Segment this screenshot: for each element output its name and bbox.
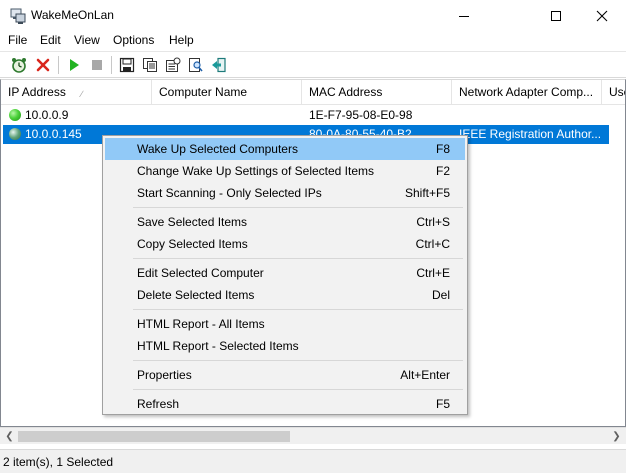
context-menu: Wake Up Selected Computers F8 Change Wak… — [102, 135, 468, 415]
toolbar-separator — [58, 56, 59, 74]
delete-button[interactable] — [33, 55, 53, 75]
menu-separator — [133, 389, 463, 390]
menu-item-label: HTML Report - Selected Items — [137, 339, 299, 353]
menu-item-label: Delete Selected Items — [137, 288, 255, 302]
toolbar — [0, 51, 626, 78]
close-icon — [596, 10, 608, 21]
red-x-icon — [36, 58, 50, 72]
menu-edit-selected[interactable]: Edit Selected Computer Ctrl+E — [105, 262, 465, 284]
menu-view[interactable]: View — [74, 33, 100, 47]
column-header-network-adapter[interactable]: Network Adapter Comp... — [452, 80, 602, 105]
menu-html-report-all[interactable]: HTML Report - All Items — [105, 313, 465, 335]
menu-item-shortcut: F8 — [435, 142, 450, 156]
copy-button[interactable] — [140, 55, 160, 75]
menu-refresh[interactable]: Refresh F5 — [105, 393, 465, 415]
column-label: IP Address — [8, 85, 66, 99]
menu-start-scanning-selected[interactable]: Start Scanning - Only Selected IPs Shift… — [105, 182, 465, 204]
menu-item-label: Copy Selected Items — [137, 237, 248, 251]
cell-mac-address: 1E-F7-95-08-E0-98 — [309, 108, 413, 122]
menu-item-shortcut: Shift+F5 — [404, 186, 450, 200]
exit-icon — [212, 57, 226, 73]
menu-file[interactable]: File — [8, 33, 27, 47]
scan-button[interactable] — [9, 55, 29, 75]
cell-ip-address: 10.0.0.145 — [25, 127, 82, 141]
column-header-computer-name[interactable]: Computer Name — [152, 80, 302, 105]
column-label: MAC Address — [309, 85, 383, 99]
scroll-left-icon[interactable]: ❮ — [1, 429, 18, 444]
menu-delete-selected[interactable]: Delete Selected Items Del — [105, 284, 465, 306]
app-icon — [10, 8, 26, 24]
toolbar-separator — [111, 56, 112, 74]
menu-separator — [133, 258, 463, 259]
play-icon — [70, 59, 79, 71]
stop-icon — [92, 60, 102, 70]
save-button[interactable] — [117, 55, 137, 75]
menu-bar: File Edit View Options Help — [0, 31, 626, 51]
menu-separator — [133, 360, 463, 361]
menu-options[interactable]: Options — [113, 33, 154, 47]
status-online-icon — [9, 128, 21, 140]
cell-network-adapter: IEEE Registration Author... — [459, 127, 602, 141]
menu-help[interactable]: Help — [169, 33, 194, 47]
menu-item-label: Edit Selected Computer — [137, 266, 264, 280]
properties-icon — [166, 57, 181, 72]
menu-item-label: Change Wake Up Settings of Selected Item… — [137, 164, 375, 178]
menu-item-shortcut: F2 — [435, 164, 450, 178]
column-label: Network Adapter Comp... — [459, 85, 594, 99]
copy-icon — [143, 58, 157, 72]
column-header-ip-address[interactable]: IP Address ∕ — [1, 80, 152, 105]
properties-button[interactable] — [163, 55, 183, 75]
scroll-right-icon[interactable]: ❯ — [608, 429, 625, 444]
menu-item-shortcut: Ctrl+E — [416, 266, 450, 280]
menu-item-shortcut: Del — [431, 288, 450, 302]
menu-item-label: HTML Report - All Items — [137, 317, 265, 331]
menu-separator — [133, 207, 463, 208]
menu-item-shortcut: Ctrl+S — [416, 215, 450, 229]
menu-item-label: Save Selected Items — [137, 215, 248, 229]
cell-ip-address: 10.0.0.9 — [25, 108, 69, 122]
menu-properties[interactable]: Properties Alt+Enter — [105, 364, 465, 386]
menu-separator — [133, 309, 463, 310]
menu-copy-selected[interactable]: Copy Selected Items Ctrl+C — [105, 233, 465, 255]
status-online-icon — [9, 109, 21, 121]
menu-item-label: Wake Up Selected Computers — [137, 142, 298, 156]
menu-save-selected[interactable]: Save Selected Items Ctrl+S — [105, 211, 465, 233]
menu-item-label: Start Scanning - Only Selected IPs — [137, 186, 322, 200]
column-label: Computer Name — [159, 85, 248, 99]
column-header-user[interactable]: Use — [602, 80, 625, 105]
column-header-mac-address[interactable]: MAC Address — [302, 80, 452, 105]
menu-wake-up-selected[interactable]: Wake Up Selected Computers F8 — [105, 138, 465, 160]
menu-item-shortcut: Ctrl+C — [415, 237, 450, 251]
close-button[interactable] — [579, 0, 625, 31]
status-bar: 2 item(s), 1 Selected — [0, 449, 626, 473]
maximize-button[interactable] — [533, 0, 579, 31]
start-button[interactable] — [64, 55, 84, 75]
table-row[interactable]: 10.0.0.9 1E-F7-95-08-E0-98 — [3, 106, 609, 125]
stop-button[interactable] — [87, 55, 107, 75]
column-label: Use — [609, 85, 625, 99]
menu-item-label: Refresh — [137, 397, 180, 411]
alarm-clock-icon — [12, 58, 26, 73]
menu-item-shortcut: F5 — [435, 397, 450, 411]
exit-button[interactable] — [209, 55, 229, 75]
find-button[interactable] — [186, 55, 206, 75]
find-icon — [189, 58, 203, 72]
sort-ascending-icon: ∕ — [81, 89, 83, 99]
title-bar: WakeMeOnLan — [0, 0, 626, 31]
save-icon — [119, 57, 135, 73]
minimize-button[interactable] — [441, 0, 487, 31]
menu-item-label: Properties — [137, 368, 192, 382]
menu-html-report-selected[interactable]: HTML Report - Selected Items — [105, 335, 465, 357]
scrollbar-thumb[interactable] — [18, 431, 290, 442]
menu-change-wake-up-settings[interactable]: Change Wake Up Settings of Selected Item… — [105, 160, 465, 182]
menu-item-shortcut: Alt+Enter — [400, 368, 450, 382]
maximize-icon — [551, 10, 561, 21]
horizontal-scrollbar[interactable]: ❮ ❯ — [0, 427, 626, 444]
status-text: 2 item(s), 1 Selected — [3, 455, 114, 469]
menu-edit[interactable]: Edit — [40, 33, 61, 47]
minimize-icon — [459, 15, 469, 17]
window-title: WakeMeOnLan — [31, 8, 114, 22]
